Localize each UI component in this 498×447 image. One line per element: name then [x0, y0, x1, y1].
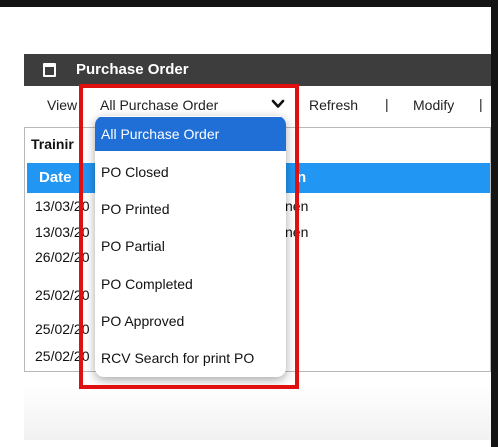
dropdown-item-po-printed[interactable]: PO Printed — [95, 192, 286, 226]
dropdown-item-po-completed[interactable]: PO Completed — [95, 267, 286, 301]
cell-date: 25/02/20 — [35, 348, 90, 364]
refresh-button[interactable]: Refresh — [309, 97, 358, 113]
window-titlebar: Purchase Order — [24, 54, 491, 86]
dropdown-item-label: PO Partial — [101, 238, 165, 254]
chevron-down-icon — [271, 99, 285, 108]
view-select-value: All Purchase Order — [100, 97, 219, 113]
dropdown-item-label: PO Completed — [101, 276, 193, 292]
cell-date: 25/02/20 — [35, 321, 90, 337]
dropdown-item-po-closed[interactable]: PO Closed — [95, 155, 286, 189]
cell-date: 25/02/20 — [35, 287, 90, 303]
modify-button[interactable]: Modify — [413, 97, 454, 113]
dropdown-item-po-partial[interactable]: PO Partial — [95, 229, 286, 263]
column-header-date[interactable]: Date — [39, 169, 72, 186]
window-title: Purchase Order — [76, 61, 189, 78]
frame-right-border — [491, 0, 498, 447]
dropdown-item-label: RCV Search for print PO — [101, 350, 255, 366]
column-header-fragment[interactable]: n — [297, 169, 306, 186]
toolbar-separator: | — [479, 96, 483, 112]
dropdown-item-label: All Purchase Order — [101, 126, 220, 142]
toolbar-separator: | — [385, 96, 389, 112]
dropdown-item-po-approved[interactable]: PO Approved — [95, 304, 286, 338]
bottom-area — [24, 385, 491, 440]
dropdown-item-label: PO Closed — [101, 164, 169, 180]
dropdown-item-label: PO Printed — [101, 201, 170, 217]
view-label: View — [47, 97, 78, 113]
dropdown-item-all-purchase-order[interactable]: All Purchase Order — [95, 117, 286, 151]
cell-text: nen — [285, 198, 309, 214]
view-select[interactable]: All Purchase Order — [96, 92, 296, 118]
dropdown-item-rcv-search[interactable]: RCV Search for print PO — [95, 341, 286, 375]
cell-date: 26/02/20 — [35, 249, 90, 265]
cell-date: 13/03/20 — [35, 224, 90, 240]
view-dropdown-list: All Purchase Order PO Closed PO Printed … — [95, 116, 286, 377]
frame-top-border — [0, 0, 498, 7]
dropdown-item-label: PO Approved — [101, 313, 185, 329]
cell-text: nen — [285, 224, 309, 240]
document-icon — [43, 63, 56, 77]
panel-label: Trainir — [31, 136, 74, 152]
cell-date: 13/03/20 — [35, 198, 90, 214]
